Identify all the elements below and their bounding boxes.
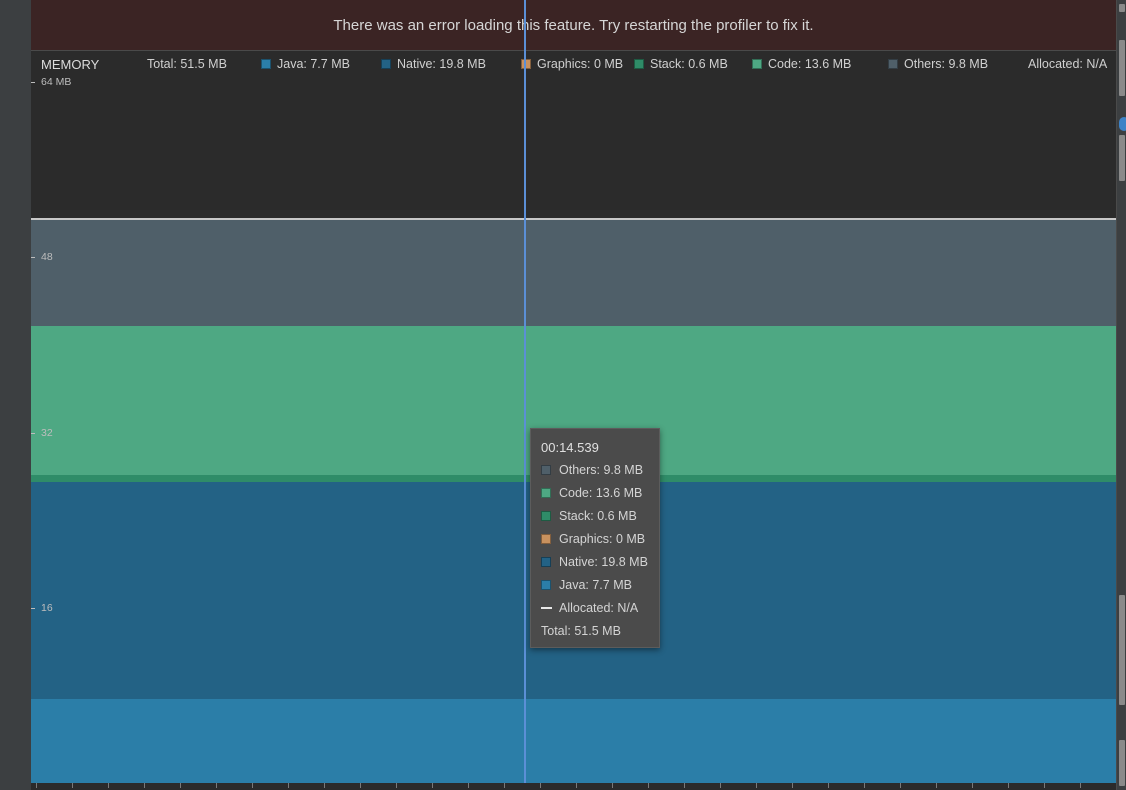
time-axis-tick: [720, 783, 721, 788]
time-axis-tick: [396, 783, 397, 788]
tool-window-status-icon[interactable]: [1119, 117, 1126, 131]
code-swatch: [752, 59, 762, 69]
y-axis-label-16: 16: [31, 602, 53, 614]
tooltip-row-stack: Stack: 0.6 MB: [541, 509, 637, 523]
time-axis-tick: [288, 783, 289, 788]
error-message: There was an error loading this feature.…: [333, 16, 814, 34]
time-axis-tick: [144, 783, 145, 788]
right-tool-strip: [1116, 0, 1126, 790]
y-tick: [31, 256, 35, 258]
time-axis-tick: [864, 783, 865, 788]
time-axis-tick: [1044, 783, 1045, 788]
time-axis-tick: [36, 783, 37, 788]
y-axis-label-32: 32: [31, 427, 53, 439]
time-axis-tick: [432, 783, 433, 788]
legend-total: Total: 51.5 MB: [147, 57, 227, 71]
legend-native: Native: 19.8 MB: [381, 57, 486, 71]
memory-band-java: [31, 698, 1116, 783]
time-axis-tick: [792, 783, 793, 788]
time-axis-tick: [1008, 783, 1009, 788]
time-axis-tick: [468, 783, 469, 788]
tooltip-row-others: Others: 9.8 MB: [541, 463, 643, 477]
time-axis-tick: [648, 783, 649, 788]
legend-stack: Stack: 0.6 MB: [634, 57, 728, 71]
time-axis-tick: [900, 783, 901, 788]
time-axis-tick: [576, 783, 577, 788]
tool-window-tab-icon[interactable]: [1119, 740, 1125, 786]
others-swatch: [888, 59, 898, 69]
memory-band-others: [31, 218, 1116, 327]
java-swatch: [541, 580, 551, 590]
native-swatch: [381, 59, 391, 69]
time-axis-tick: [612, 783, 613, 788]
tooltip-row-allocated: Allocated: N/A: [541, 601, 638, 615]
tooltip-row-graphics: Graphics: 0 MB: [541, 532, 645, 546]
tooltip-time: 00:14.539: [541, 440, 599, 455]
legend-java: Java: 7.7 MB: [261, 57, 350, 71]
tool-window-tab-icon[interactable]: [1119, 40, 1125, 96]
time-axis-tick: [216, 783, 217, 788]
time-axis-tick: [504, 783, 505, 788]
java-swatch: [261, 59, 271, 69]
time-axis-tick: [72, 783, 73, 788]
left-tool-gutter: [0, 0, 32, 790]
y-tick: [31, 432, 35, 434]
y-tick: [31, 607, 35, 609]
dashed-line-icon: [541, 607, 552, 609]
code-swatch: [541, 488, 551, 498]
stack-swatch: [634, 59, 644, 69]
tool-window-tab-icon[interactable]: [1119, 135, 1125, 181]
legend-allocated: Allocated: N/A: [1028, 57, 1108, 71]
y-tick: [31, 81, 35, 83]
memory-legend: MEMORY Total: 51.5 MB Java: 7.7 MB Nativ…: [31, 52, 1116, 76]
legend-graphics: Graphics: 0 MB: [521, 57, 623, 71]
memory-chart[interactable]: [31, 51, 1116, 783]
timeline-cursor[interactable]: [524, 0, 526, 783]
time-axis-tick: [936, 783, 937, 788]
y-axis-label-max: 64 MB: [31, 76, 71, 88]
y-axis-label-48: 48: [31, 251, 53, 263]
tooltip-row-java: Java: 7.7 MB: [541, 578, 632, 592]
graphics-swatch: [521, 59, 531, 69]
time-axis: [31, 783, 1116, 790]
memory-tooltip: 00:14.539 Others: 9.8 MB Code: 13.6 MB S…: [530, 428, 660, 648]
time-axis-tick: [108, 783, 109, 788]
time-axis-tick: [684, 783, 685, 788]
legend-others: Others: 9.8 MB: [888, 57, 988, 71]
tooltip-total: Total: 51.5 MB: [541, 624, 621, 638]
tooltip-row-native: Native: 19.8 MB: [541, 555, 648, 569]
total-memory-line: [31, 217, 1116, 220]
time-axis-tick: [756, 783, 757, 788]
tool-window-tab-icon[interactable]: [1119, 4, 1125, 12]
time-axis-tick: [972, 783, 973, 788]
legend-code: Code: 13.6 MB: [752, 57, 851, 71]
time-axis-tick: [180, 783, 181, 788]
time-axis-tick: [1080, 783, 1081, 788]
tool-window-tab-icon[interactable]: [1119, 595, 1125, 705]
native-swatch: [541, 557, 551, 567]
graphics-swatch: [541, 534, 551, 544]
time-axis-tick: [324, 783, 325, 788]
others-swatch: [541, 465, 551, 475]
time-axis-tick: [540, 783, 541, 788]
tooltip-row-code: Code: 13.6 MB: [541, 486, 642, 500]
time-axis-tick: [252, 783, 253, 788]
memory-section-title: MEMORY: [41, 57, 100, 72]
stack-swatch: [541, 511, 551, 521]
error-banner: There was an error loading this feature.…: [31, 0, 1116, 51]
time-axis-tick: [360, 783, 361, 788]
time-axis-tick: [828, 783, 829, 788]
